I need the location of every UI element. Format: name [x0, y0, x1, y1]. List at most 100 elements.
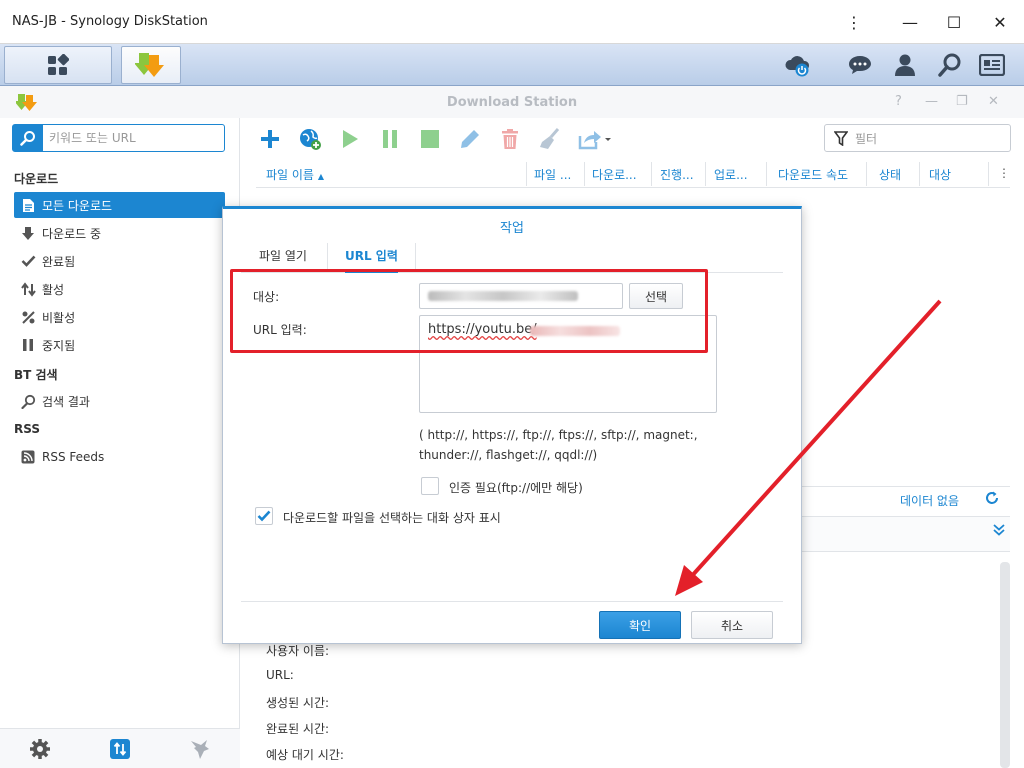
settings-gear-icon[interactable] — [28, 737, 52, 761]
edit-icon[interactable] — [457, 126, 483, 152]
play-icon[interactable] — [337, 126, 363, 152]
filter-input[interactable] — [855, 130, 1005, 148]
search-icon — [20, 393, 36, 409]
sidebar-item-paused[interactable]: 중지됨 — [14, 332, 225, 358]
cancel-button[interactable]: 취소 — [691, 611, 773, 639]
arrows-up-down-icon — [20, 281, 36, 297]
maximize-icon[interactable]: ☐ — [938, 8, 970, 36]
download-table-header: 파일 이름 ▲ 파일 ... 다운로... 진행... 업로... 다운로드 속… — [256, 160, 1010, 188]
sidebar-item-label: 다운로드 중 — [42, 226, 102, 241]
column-downloaded[interactable]: 다운로... — [592, 166, 644, 183]
refresh-icon[interactable] — [984, 490, 1000, 509]
sidebar-item-active[interactable]: 활성 — [14, 276, 225, 302]
column-destination[interactable]: 대상 — [929, 166, 963, 183]
sidebar-item-label: 비활성 — [42, 310, 76, 325]
filter-box — [824, 124, 1011, 152]
sidebar-item-label: 검색 결과 — [42, 394, 90, 409]
keyword-search-box — [12, 124, 225, 152]
annotation-highlight-box — [230, 269, 708, 353]
emule-icon[interactable] — [188, 737, 212, 761]
help-icon[interactable]: ? — [895, 94, 902, 109]
section-download: 다운로드 — [14, 172, 59, 186]
document-icon — [20, 197, 36, 213]
sidebar-item-label: 모든 다운로드 — [42, 198, 113, 213]
window-title: NAS-JB - Synology DiskStation — [12, 14, 208, 29]
globe-add-icon[interactable] — [297, 126, 323, 152]
user-icon[interactable] — [891, 51, 919, 79]
minimize-icon[interactable]: — — [894, 8, 926, 36]
detail-completed-label: 완료된 시간: — [266, 722, 330, 736]
sidebar-item-search-results[interactable]: 검색 결과 — [14, 388, 225, 414]
sidebar-item-inactive[interactable]: 비활성 — [14, 304, 225, 330]
column-options-icon[interactable]: ⋮ — [998, 166, 1010, 180]
checkmark-icon — [20, 253, 36, 269]
column-status[interactable]: 상태 — [879, 166, 913, 183]
sidebar-item-all-downloads[interactable]: 모든 다운로드 — [14, 192, 225, 218]
column-uploaded[interactable]: 업로... — [714, 166, 764, 183]
protocols-hint-line2: thunder://, flashget://, qqdl://) — [419, 448, 598, 462]
dialog-title: 작업 — [500, 221, 524, 236]
auth-required-checkbox[interactable] — [421, 477, 439, 495]
show-file-dialog-label: 다운로드할 파일을 선택하는 대화 상자 표시 — [283, 511, 501, 525]
ok-button[interactable]: 확인 — [599, 611, 681, 639]
column-progress[interactable]: 진행... — [660, 166, 702, 183]
detail-username-label: 사용자 이름: — [266, 644, 330, 658]
download-station-taskbar-button[interactable] — [121, 46, 181, 84]
cloud-power-icon[interactable] — [784, 51, 812, 79]
sort-ascending-icon: ▲ — [317, 172, 324, 181]
column-file-name[interactable]: 파일 이름 ▲ — [266, 166, 324, 183]
dialog-footer-divider — [241, 601, 783, 602]
column-file-size[interactable]: 파일 ... — [534, 166, 578, 183]
dsm-taskbar — [0, 44, 1024, 86]
detail-created-label: 생성된 시간: — [266, 696, 330, 710]
app-minimize-icon[interactable]: — — [925, 94, 938, 109]
main-menu-button[interactable] — [4, 46, 112, 84]
auth-required-label: 인증 필요(ftp://에만 해당) — [449, 481, 583, 495]
add-icon[interactable] — [257, 126, 283, 152]
app-close-icon[interactable]: ✕ — [988, 94, 999, 109]
percent-icon — [20, 309, 36, 325]
sidebar-item-label: 중지됨 — [42, 338, 76, 353]
chat-icon[interactable] — [846, 51, 874, 79]
more-options-icon[interactable]: ⋮ — [838, 8, 870, 36]
pause-icon — [20, 337, 36, 353]
no-data-text: 데이터 없음 — [900, 494, 960, 508]
section-rss: RSS — [14, 422, 40, 436]
share-icon[interactable] — [577, 126, 613, 152]
widgets-icon[interactable] — [978, 51, 1006, 79]
main-menu-icon — [48, 54, 69, 75]
filter-icon — [834, 131, 848, 146]
close-icon[interactable]: ✕ — [984, 8, 1016, 36]
detail-scrollbar[interactable] — [1000, 562, 1010, 768]
delete-icon[interactable] — [497, 126, 523, 152]
rss-icon — [20, 449, 36, 465]
pause-icon[interactable] — [377, 126, 403, 152]
detail-wait-label: 예상 대기 시간: — [266, 748, 344, 762]
arrow-down-icon — [20, 225, 36, 241]
column-download-speed[interactable]: 다운로드 속도 — [778, 166, 864, 183]
collapse-chevron-icon[interactable] — [992, 523, 1006, 540]
keyword-search-input[interactable] — [49, 129, 219, 147]
detail-url-label: URL: — [266, 668, 294, 682]
main-toolbar — [240, 118, 1024, 158]
sidebar-item-downloading[interactable]: 다운로드 중 — [14, 220, 225, 246]
show-file-dialog-checkbox[interactable] — [255, 507, 273, 525]
sidebar-item-label: 완료됨 — [42, 254, 76, 269]
transfer-icon[interactable] — [108, 737, 132, 761]
sidebar-item-completed[interactable]: 완료됨 — [14, 248, 225, 274]
column-label: 파일 이름 — [266, 168, 314, 182]
app-title: Download Station — [446, 95, 578, 110]
section-bt-search: BT 검색 — [14, 368, 58, 382]
sidebar-item-rss-feeds[interactable]: RSS Feeds — [14, 444, 225, 470]
search-icon[interactable] — [936, 51, 964, 79]
protocols-hint-line1: ( http://, https://, ftp://, ftps://, sf… — [419, 428, 698, 442]
clear-icon[interactable] — [537, 126, 563, 152]
search-icon[interactable] — [13, 125, 43, 151]
app-restore-icon[interactable]: ❐ — [956, 94, 968, 109]
sidebar: 다운로드 모든 다운로드 다운로드 중 완료됨 활성 비활성 중지됨 — [0, 118, 240, 768]
sidebar-item-label: RSS Feeds — [42, 450, 105, 464]
download-station-icon — [135, 53, 164, 77]
window-titlebar: NAS-JB - Synology DiskStation ⋮ — ☐ ✕ — [0, 0, 1024, 44]
checkmark-icon — [257, 510, 271, 522]
stop-icon[interactable] — [417, 126, 443, 152]
